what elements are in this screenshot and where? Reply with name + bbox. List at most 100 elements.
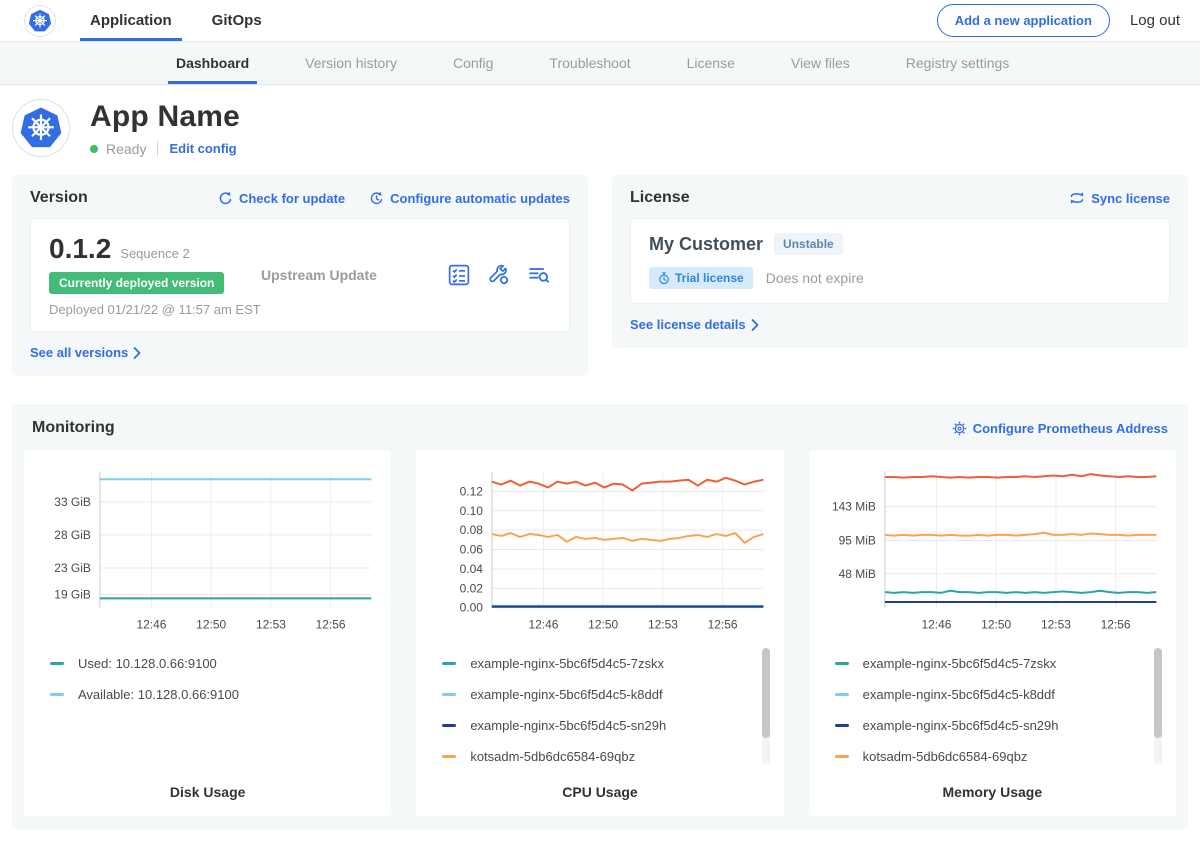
legend-label: example-nginx-5bc6f5d4c5-k8ddf bbox=[863, 687, 1055, 702]
legend-item: example-nginx-5bc6f5d4c5-7zskx bbox=[835, 648, 1144, 679]
nav-item-gitops[interactable]: GitOps bbox=[212, 0, 262, 41]
svg-text:0.04: 0.04 bbox=[460, 562, 484, 576]
legend-label: kotsadm-5db6dc6584-69qbz bbox=[863, 749, 1028, 764]
tab-registry-settings[interactable]: Registry settings bbox=[906, 42, 1009, 84]
check-for-update-link[interactable]: Check for update bbox=[218, 191, 345, 206]
auto-update-clock-icon bbox=[369, 191, 384, 206]
disk-usage-title: Disk Usage bbox=[36, 784, 379, 800]
add-application-button[interactable]: Add a new application bbox=[937, 4, 1110, 37]
legend-label: example-nginx-5bc6f5d4c5-7zskx bbox=[863, 656, 1057, 671]
legend-label: example-nginx-5bc6f5d4c5-k8ddf bbox=[470, 687, 662, 702]
legend-color-dash bbox=[442, 755, 456, 758]
tab-troubleshoot[interactable]: Troubleshoot bbox=[549, 42, 630, 84]
legend-item: kotsadm-5db6dc6584-69qbz bbox=[442, 741, 751, 770]
memory-usage-title: Memory Usage bbox=[821, 784, 1164, 800]
divider bbox=[157, 141, 158, 156]
tab-license[interactable]: License bbox=[687, 42, 735, 84]
legend-color-dash bbox=[835, 755, 849, 758]
svg-text:28 GiB: 28 GiB bbox=[54, 528, 91, 542]
app-tab-bar: Dashboard Version history Config Trouble… bbox=[0, 42, 1200, 85]
svg-text:12:46: 12:46 bbox=[137, 618, 167, 632]
see-all-versions-label: See all versions bbox=[30, 345, 128, 360]
status-text: Ready bbox=[106, 141, 146, 157]
see-license-details-label: See license details bbox=[630, 317, 746, 332]
top-nav: Application GitOps Add a new application… bbox=[0, 0, 1200, 42]
check-for-update-label: Check for update bbox=[239, 191, 345, 206]
license-card-title: License bbox=[630, 189, 690, 207]
svg-text:12:50: 12:50 bbox=[981, 618, 1011, 632]
svg-text:0.06: 0.06 bbox=[460, 543, 484, 557]
disk-usage-chart-card: 33 GiB28 GiB23 GiB19 GiB12:4612:5012:531… bbox=[24, 450, 391, 816]
channel-badge: Unstable bbox=[774, 233, 843, 255]
upstream-update-label: Upstream Update bbox=[261, 267, 447, 283]
cpu-usage-chart: 0.120.100.080.060.040.020.0012:4612:5012… bbox=[428, 462, 771, 634]
sync-license-link[interactable]: Sync license bbox=[1069, 191, 1170, 206]
sequence-label: Sequence 2 bbox=[120, 246, 189, 261]
kubernetes-helm-icon bbox=[19, 106, 63, 150]
legend-label: example-nginx-5bc6f5d4c5-sn29h bbox=[470, 718, 666, 733]
svg-text:0.12: 0.12 bbox=[460, 484, 484, 498]
legend-color-dash bbox=[50, 693, 64, 696]
memory-usage-chart: 143 MiB95 MiB48 MiB12:4612:5012:5312:56 bbox=[821, 462, 1164, 634]
scrollbar-thumb[interactable] bbox=[762, 648, 770, 738]
svg-text:0.10: 0.10 bbox=[460, 504, 484, 518]
monitoring-title: Monitoring bbox=[32, 419, 115, 437]
view-logs-icon[interactable] bbox=[527, 263, 551, 287]
tab-config[interactable]: Config bbox=[453, 42, 493, 84]
svg-text:12:53: 12:53 bbox=[1041, 618, 1071, 632]
tab-version-history[interactable]: Version history bbox=[305, 42, 397, 84]
edit-config-link[interactable]: Edit config bbox=[169, 141, 236, 156]
tab-dashboard[interactable]: Dashboard bbox=[176, 42, 249, 84]
configure-prometheus-label: Configure Prometheus Address bbox=[973, 421, 1168, 436]
legend-color-dash bbox=[442, 724, 456, 727]
svg-text:0.02: 0.02 bbox=[460, 581, 484, 595]
sync-icon bbox=[1069, 191, 1085, 205]
configure-prometheus-link[interactable]: Configure Prometheus Address bbox=[952, 421, 1168, 436]
see-license-details-link[interactable]: See license details bbox=[630, 317, 1170, 332]
svg-text:0.00: 0.00 bbox=[460, 601, 484, 615]
trial-license-label: Trial license bbox=[675, 271, 744, 285]
svg-text:12:50: 12:50 bbox=[196, 618, 226, 632]
tab-view-files[interactable]: View files bbox=[791, 42, 850, 84]
kubernetes-logo[interactable] bbox=[24, 5, 56, 37]
version-card: Version Check for update Configure au bbox=[12, 175, 588, 376]
preflight-checks-icon[interactable] bbox=[447, 263, 471, 287]
see-all-versions-link[interactable]: See all versions bbox=[30, 345, 570, 360]
version-card-title: Version bbox=[30, 189, 88, 207]
legend-item: kotsadm-5db6dc6584-69qbz bbox=[835, 741, 1144, 770]
legend-item: Available: 10.128.0.66:9100 bbox=[50, 679, 359, 710]
version-number: 0.1.2 bbox=[49, 233, 111, 265]
config-icon[interactable] bbox=[487, 263, 511, 287]
chevron-right-icon bbox=[133, 347, 141, 359]
sync-license-label: Sync license bbox=[1091, 191, 1170, 206]
gear-icon bbox=[952, 421, 967, 436]
legend-label: Used: 10.128.0.66:9100 bbox=[78, 656, 217, 671]
expiry-text: Does not expire bbox=[766, 270, 864, 286]
svg-text:12:56: 12:56 bbox=[1100, 618, 1130, 632]
configure-automatic-updates-link[interactable]: Configure automatic updates bbox=[369, 191, 570, 206]
cpu-usage-legend: example-nginx-5bc6f5d4c5-7zskxexample-ng… bbox=[428, 646, 771, 770]
scrollbar-thumb[interactable] bbox=[1154, 648, 1162, 738]
legend-color-dash bbox=[835, 693, 849, 696]
license-card: License Sync license My Customer Unstabl… bbox=[612, 175, 1188, 348]
deployed-badge: Currently deployed version bbox=[49, 272, 224, 294]
legend-color-dash bbox=[835, 662, 849, 665]
legend-scrollbar[interactable] bbox=[762, 648, 770, 764]
memory-usage-legend: example-nginx-5bc6f5d4c5-7zskx example-ng… bbox=[821, 646, 1164, 770]
svg-text:12:46: 12:46 bbox=[921, 618, 951, 632]
svg-text:48 MiB: 48 MiB bbox=[838, 567, 875, 581]
disk-usage-legend: Used: 10.128.0.66:9100 Available: 10.128.… bbox=[36, 646, 379, 770]
nav-item-application[interactable]: Application bbox=[90, 0, 172, 41]
memory-usage-chart-card: 143 MiB95 MiB48 MiB12:4612:5012:5312:56 … bbox=[809, 450, 1176, 816]
legend-item: example-nginx-5bc6f5d4c5-k8ddf bbox=[442, 679, 751, 710]
configure-automatic-updates-label: Configure automatic updates bbox=[390, 191, 570, 206]
chevron-right-icon bbox=[751, 319, 759, 331]
svg-text:12:56: 12:56 bbox=[316, 618, 346, 632]
legend-scrollbar[interactable] bbox=[1154, 648, 1162, 764]
legend-color-dash bbox=[835, 724, 849, 727]
legend-color-dash bbox=[442, 662, 456, 665]
summary-cards-row: Version Check for update Configure au bbox=[0, 175, 1200, 376]
logout-link[interactable]: Log out bbox=[1130, 12, 1180, 29]
svg-text:12:50: 12:50 bbox=[589, 618, 619, 632]
disk-usage-chart: 33 GiB28 GiB23 GiB19 GiB12:4612:5012:531… bbox=[36, 462, 379, 634]
